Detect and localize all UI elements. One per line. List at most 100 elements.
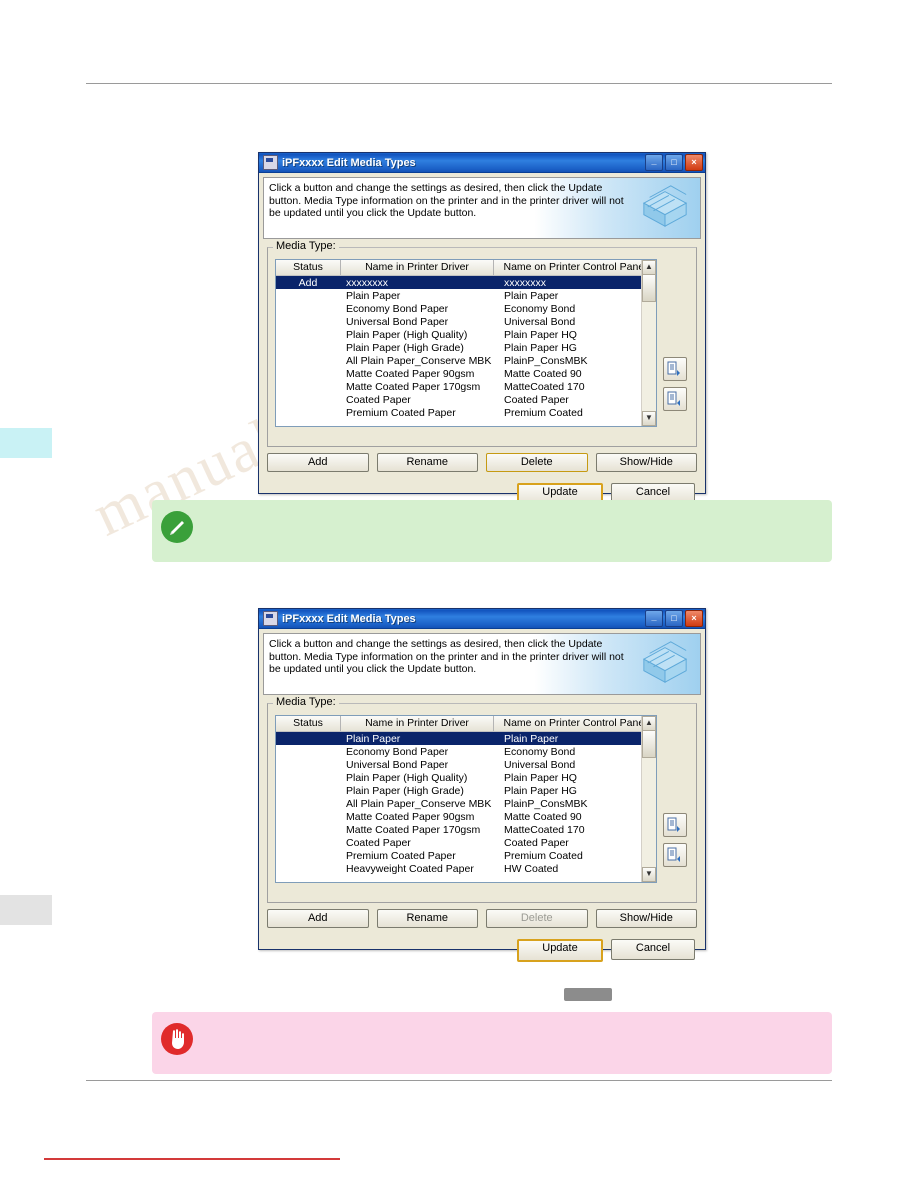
add-button[interactable]: Add [267, 453, 369, 472]
show-hide-button[interactable]: Show/Hide [595, 453, 697, 472]
export-media-button[interactable] [663, 387, 687, 411]
column-header-status[interactable]: Status [276, 260, 341, 275]
table-row[interactable]: Premium Coated Paper Premium Coated [276, 407, 656, 420]
cell-driver-name: All Plain Paper_Conserve MBK [346, 355, 492, 368]
scrollbar-thumb[interactable] [642, 730, 656, 758]
table-row[interactable]: Heavyweight Coated Paper HW Coated [276, 863, 656, 876]
table-row[interactable]: Plain Paper Plain Paper [276, 289, 656, 302]
table-row[interactable]: Matte Coated Paper 170gsm MatteCoated 170 [276, 824, 656, 837]
red-accent-rule [44, 1158, 340, 1160]
list-scrollbar[interactable]: ▲ ▼ [641, 260, 656, 426]
list-body[interactable]: Plain Paper Plain Paper Economy Bond Paper… [276, 732, 656, 882]
maximize-glyph: □ [671, 613, 677, 623]
column-header-driver[interactable]: Name in Printer Driver [341, 716, 494, 731]
table-row[interactable]: Universal Bond Paper Universal Bond [276, 315, 656, 328]
dialog-title: iPFxxxx Edit Media Types [282, 612, 416, 625]
dialog-body: Click a button and change the settings a… [259, 177, 705, 506]
cell-driver-name: Matte Coated Paper 170gsm [346, 824, 481, 837]
table-row[interactable]: Plain Paper (High Grade) Plain Paper HG [276, 341, 656, 354]
media-type-list[interactable]: Status Name in Printer Driver Name on Pr… [275, 715, 657, 883]
dialog-titlebar[interactable]: iPFxxxx Edit Media Types _ □ × [259, 153, 705, 173]
table-row[interactable]: Economy Bond Paper Economy Bond [276, 302, 656, 315]
edit-media-types-dialog-plain[interactable]: iPFxxxx Edit Media Types _ □ × Click a b… [258, 608, 706, 962]
table-row[interactable]: Plain Paper Plain Paper [276, 732, 656, 746]
action-button-row[interactable]: Add Rename Delete Show/Hide [267, 453, 697, 472]
rename-button[interactable]: Rename [376, 909, 478, 928]
redacted-bar [564, 988, 612, 1001]
list-body[interactable]: Add xxxxxxxx xxxxxxxx Plain Paper Plain Pape… [276, 276, 656, 426]
table-row[interactable]: Plain Paper (High Quality) Plain Paper HQ [276, 328, 656, 341]
maximize-button[interactable]: □ [665, 610, 683, 627]
scrollbar-thumb[interactable] [642, 274, 656, 302]
column-header-status[interactable]: Status [276, 716, 341, 731]
table-row[interactable]: All Plain Paper_Conserve MBK PlainP_ConsM… [276, 797, 656, 810]
rename-button[interactable]: Rename [376, 453, 478, 472]
import-media-button[interactable] [663, 813, 687, 837]
delete-button: Delete [486, 909, 588, 928]
action-button-row[interactable]: Add Rename Delete Show/Hide [267, 909, 697, 928]
note-callout [152, 500, 832, 562]
footer-button-row[interactable]: Update Cancel [517, 939, 695, 962]
cancel-button[interactable]: Cancel [611, 939, 695, 960]
import-media-button[interactable] [663, 357, 687, 381]
table-row[interactable]: Plain Paper (High Quality) Plain Paper HQ [276, 771, 656, 784]
instruction-banner: Click a button and change the settings a… [263, 177, 701, 239]
edit-media-types-dialog-add[interactable]: iPFxxxx Edit Media Types _ □ × Click a b… [258, 152, 706, 506]
cell-panel-name: PlainP_ConsMBK [504, 798, 588, 811]
table-row[interactable]: Coated Paper Coated Paper [276, 837, 656, 850]
table-row[interactable]: Add xxxxxxxx xxxxxxxx [276, 276, 656, 290]
maximize-button[interactable]: □ [665, 154, 683, 171]
table-row[interactable]: All Plain Paper_Conserve MBK PlainP_ConsM… [276, 355, 656, 368]
scroll-up-button[interactable]: ▲ [642, 716, 656, 731]
list-scrollbar[interactable]: ▲ ▼ [641, 716, 656, 882]
warning-callout [152, 1012, 832, 1074]
delete-button[interactable]: Delete [486, 453, 588, 472]
cell-driver-name: Coated Paper [346, 394, 411, 407]
show-hide-button[interactable]: Show/Hide [595, 909, 697, 928]
scroll-down-button[interactable]: ▼ [642, 411, 656, 426]
dialog-titlebar[interactable]: iPFxxxx Edit Media Types _ □ × [259, 609, 705, 629]
window-buttons[interactable]: _ □ × [645, 610, 703, 627]
table-row[interactable]: Matte Coated Paper 90gsm Matte Coated 90 [276, 368, 656, 381]
window-buttons[interactable]: _ □ × [645, 154, 703, 171]
minimize-button[interactable]: _ [645, 610, 663, 627]
cell-panel-name: Universal Bond [504, 758, 576, 771]
table-row[interactable]: Coated Paper Coated Paper [276, 394, 656, 407]
table-row[interactable]: Matte Coated Paper 90gsm Matte Coated 90 [276, 811, 656, 824]
cell-panel-name: Plain Paper HG [504, 342, 577, 355]
scroll-up-button[interactable]: ▲ [642, 260, 656, 275]
cell-driver-name: Matte Coated Paper 170gsm [346, 381, 481, 394]
cell-driver-name: Premium Coated Paper [346, 850, 456, 863]
stop-hand-icon [161, 1023, 193, 1055]
table-row[interactable]: Matte Coated Paper 170gsm MatteCoated 170 [276, 381, 656, 394]
chevron-up-icon: ▲ [645, 262, 653, 271]
export-media-button[interactable] [663, 843, 687, 867]
table-row[interactable]: Premium Coated Paper Premium Coated [276, 850, 656, 863]
table-row[interactable]: Economy Bond Paper Economy Bond [276, 745, 656, 758]
media-type-list[interactable]: Status Name in Printer Driver Name on Pr… [275, 259, 657, 427]
page-root: manualmachine.com iPFxxxx Edit Media Typ… [0, 0, 918, 1188]
instruction-text: Click a button and change the settings a… [269, 182, 624, 219]
list-header[interactable]: Status Name in Printer Driver Name on Pr… [276, 716, 656, 732]
list-header[interactable]: Status Name in Printer Driver Name on Pr… [276, 260, 656, 276]
cell-panel-name: Matte Coated 90 [504, 811, 582, 824]
column-header-panel[interactable]: Name on Printer Control Panel [494, 716, 656, 731]
add-button[interactable]: Add [267, 909, 369, 928]
chevron-down-icon: ▼ [645, 413, 653, 422]
update-button[interactable]: Update [517, 939, 603, 962]
column-header-driver[interactable]: Name in Printer Driver [341, 260, 494, 275]
scroll-down-button[interactable]: ▼ [642, 867, 656, 882]
header-rule [86, 83, 832, 84]
export-icon [667, 847, 680, 862]
close-button[interactable]: × [685, 610, 703, 627]
minimize-button[interactable]: _ [645, 154, 663, 171]
table-row[interactable]: Universal Bond Paper Universal Bond [276, 758, 656, 771]
cell-driver-name: Heavyweight Coated Paper [346, 863, 474, 876]
table-row[interactable]: Plain Paper (High Grade) Plain Paper HG [276, 784, 656, 797]
cell-panel-name: Economy Bond [504, 745, 576, 758]
group-label: Media Type: [273, 696, 339, 708]
cell-panel-name: Universal Bond [504, 315, 576, 328]
close-button[interactable]: × [685, 154, 703, 171]
column-header-panel[interactable]: Name on Printer Control Panel [494, 260, 656, 275]
cell-panel-name: Plain Paper [504, 289, 559, 302]
